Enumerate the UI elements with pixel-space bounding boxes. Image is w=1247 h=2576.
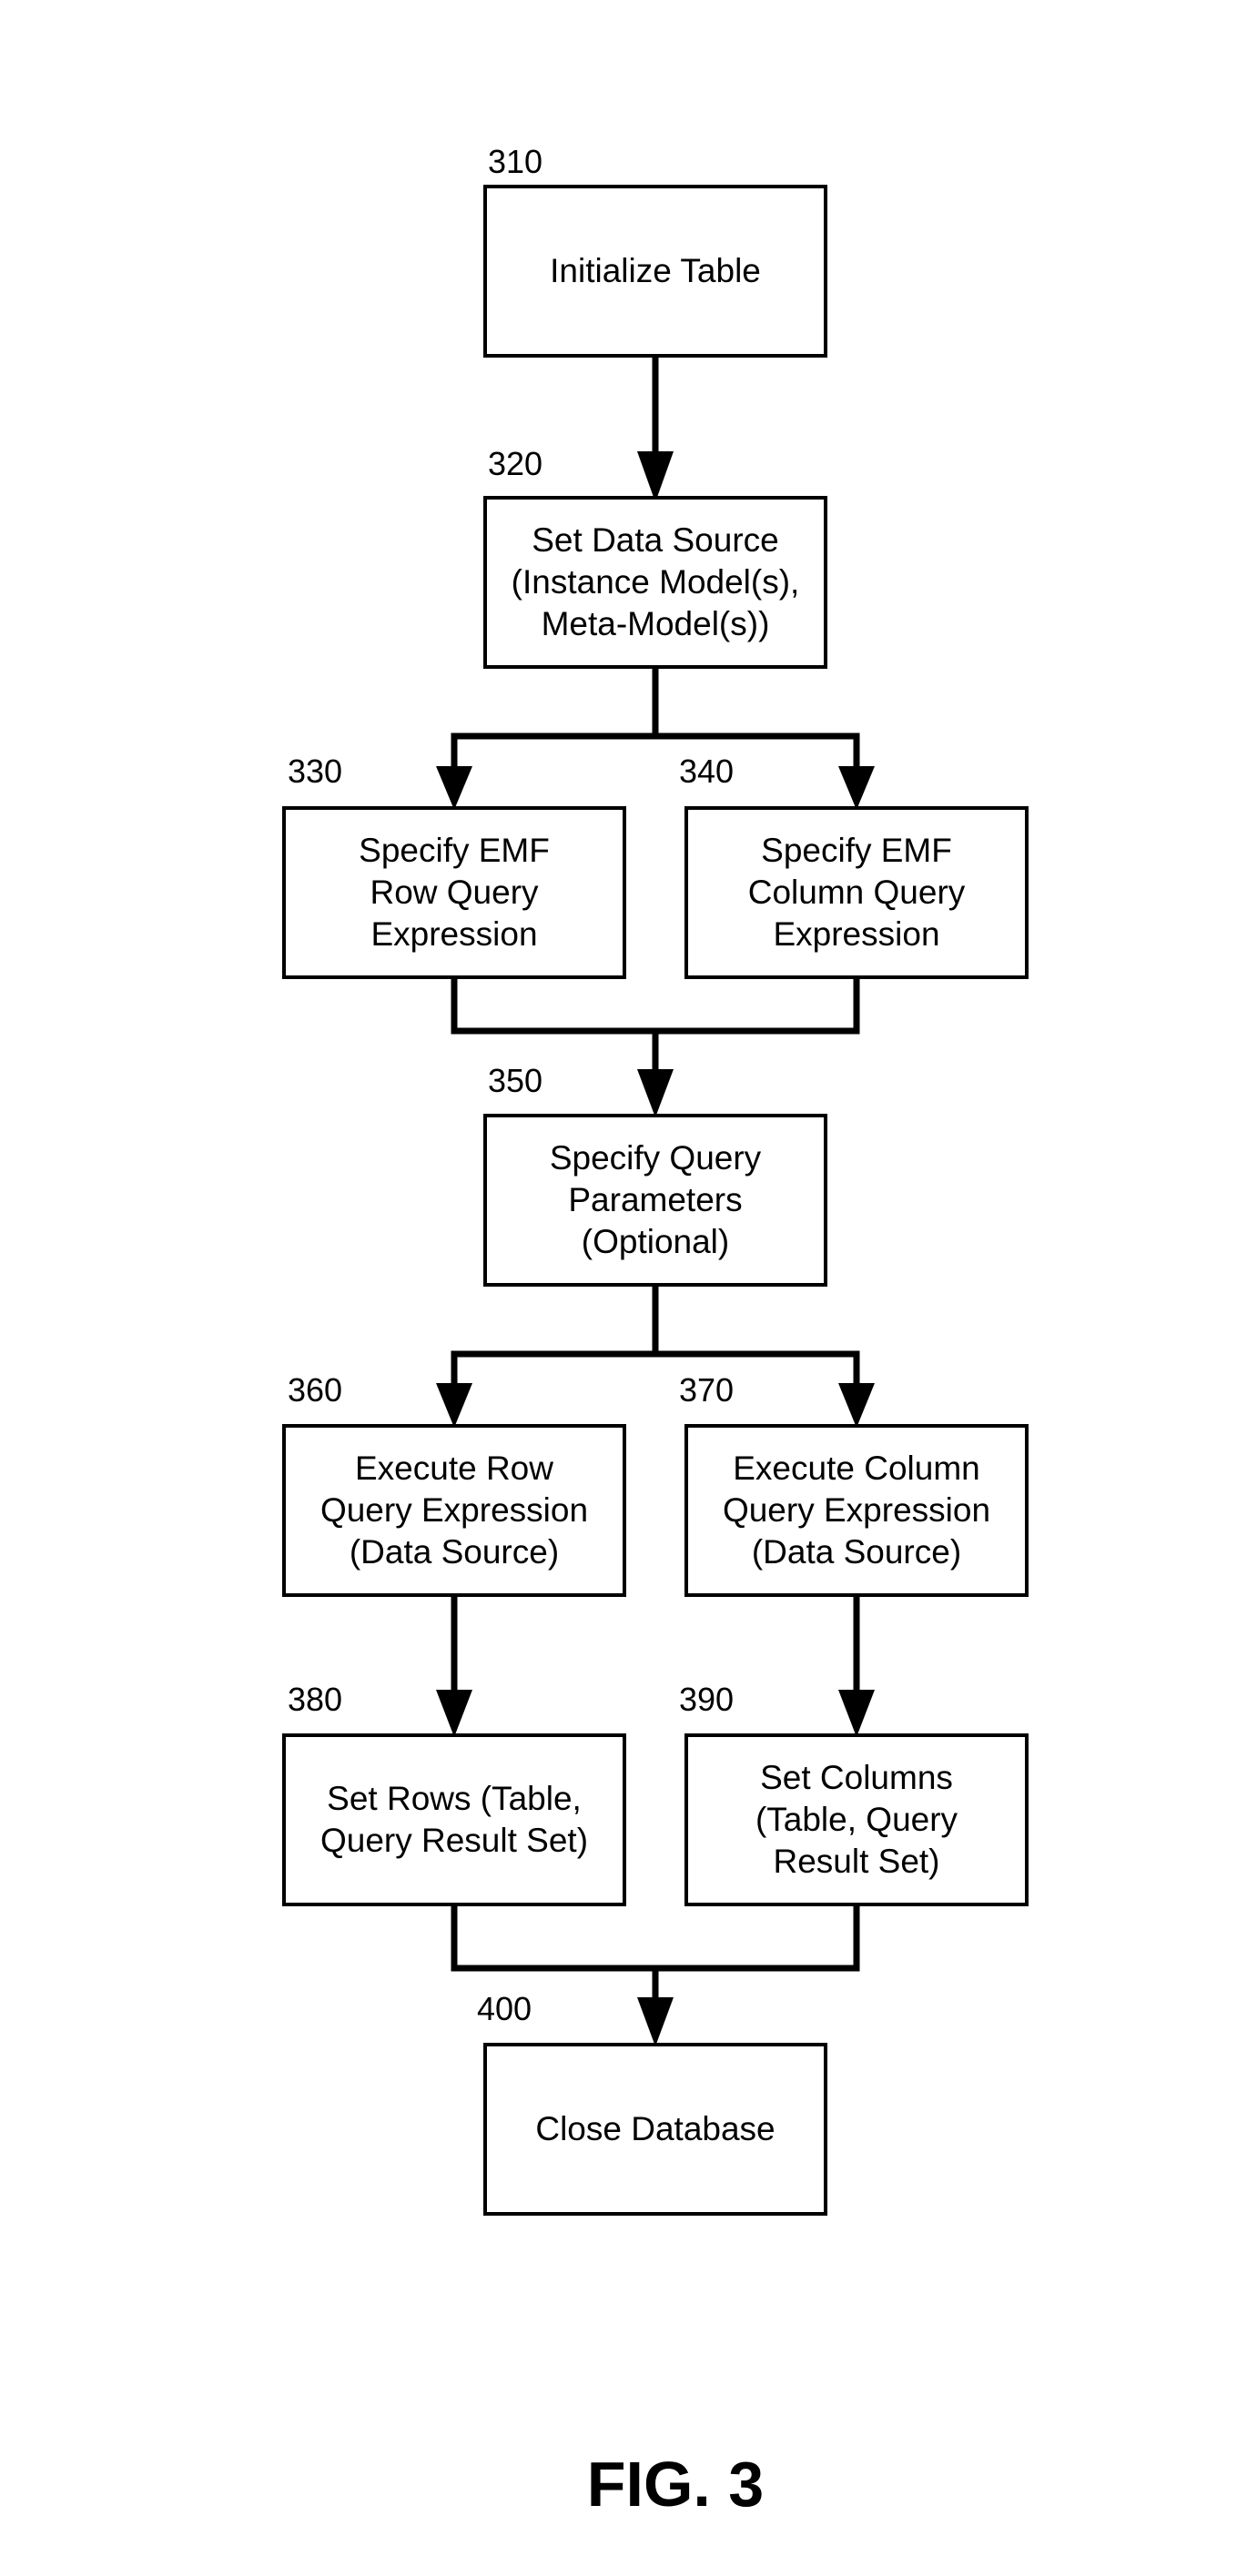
arrowhead-370 [838,1383,875,1428]
arrowhead-390 [838,1690,875,1737]
step-370-execute-column-query: Execute Column Query Expression (Data So… [684,1424,1029,1597]
ref-label-310: 310 [488,143,543,180]
arrowhead-330 [436,766,472,810]
ref-label-340: 340 [679,753,735,790]
arrowhead-350 [637,1069,674,1117]
ref-label-400: 400 [477,1990,532,2027]
step-340-specify-column-query: Specify EMF Column Query Expression [684,806,1029,979]
step-310-initialize-table: Initialize Table [483,185,827,358]
step-390-set-columns: Set Columns (Table, Query Result Set) [684,1733,1029,1906]
step-380-set-rows: Set Rows (Table, Query Result Set) [282,1733,626,1906]
ref-label-390: 390 [679,1681,735,1718]
ref-label-320: 320 [488,445,543,482]
arrowhead-320 [637,451,674,502]
step-360-execute-row-query: Execute Row Query Expression (Data Sourc… [282,1424,626,1597]
arrowhead-380 [436,1690,472,1737]
arrowhead-400 [637,1997,674,2046]
ref-label-370: 370 [679,1371,735,1409]
arrowhead-360 [436,1383,472,1428]
ref-label-350: 350 [488,1062,543,1099]
ref-label-360: 360 [288,1371,343,1409]
figure-caption: FIG. 3 [586,2449,765,2520]
arrowhead-340 [838,766,875,810]
step-400-close-database: Close Database [483,2043,827,2216]
ref-label-330: 330 [288,753,343,790]
ref-label-380: 380 [288,1681,343,1718]
step-320-set-data-source: Set Data Source (Instance Model(s), Meta… [483,496,827,669]
step-330-specify-row-query: Specify EMF Row Query Expression [282,806,626,979]
step-350-specify-query-parameters: Specify Query Parameters (Optional) [483,1114,827,1287]
